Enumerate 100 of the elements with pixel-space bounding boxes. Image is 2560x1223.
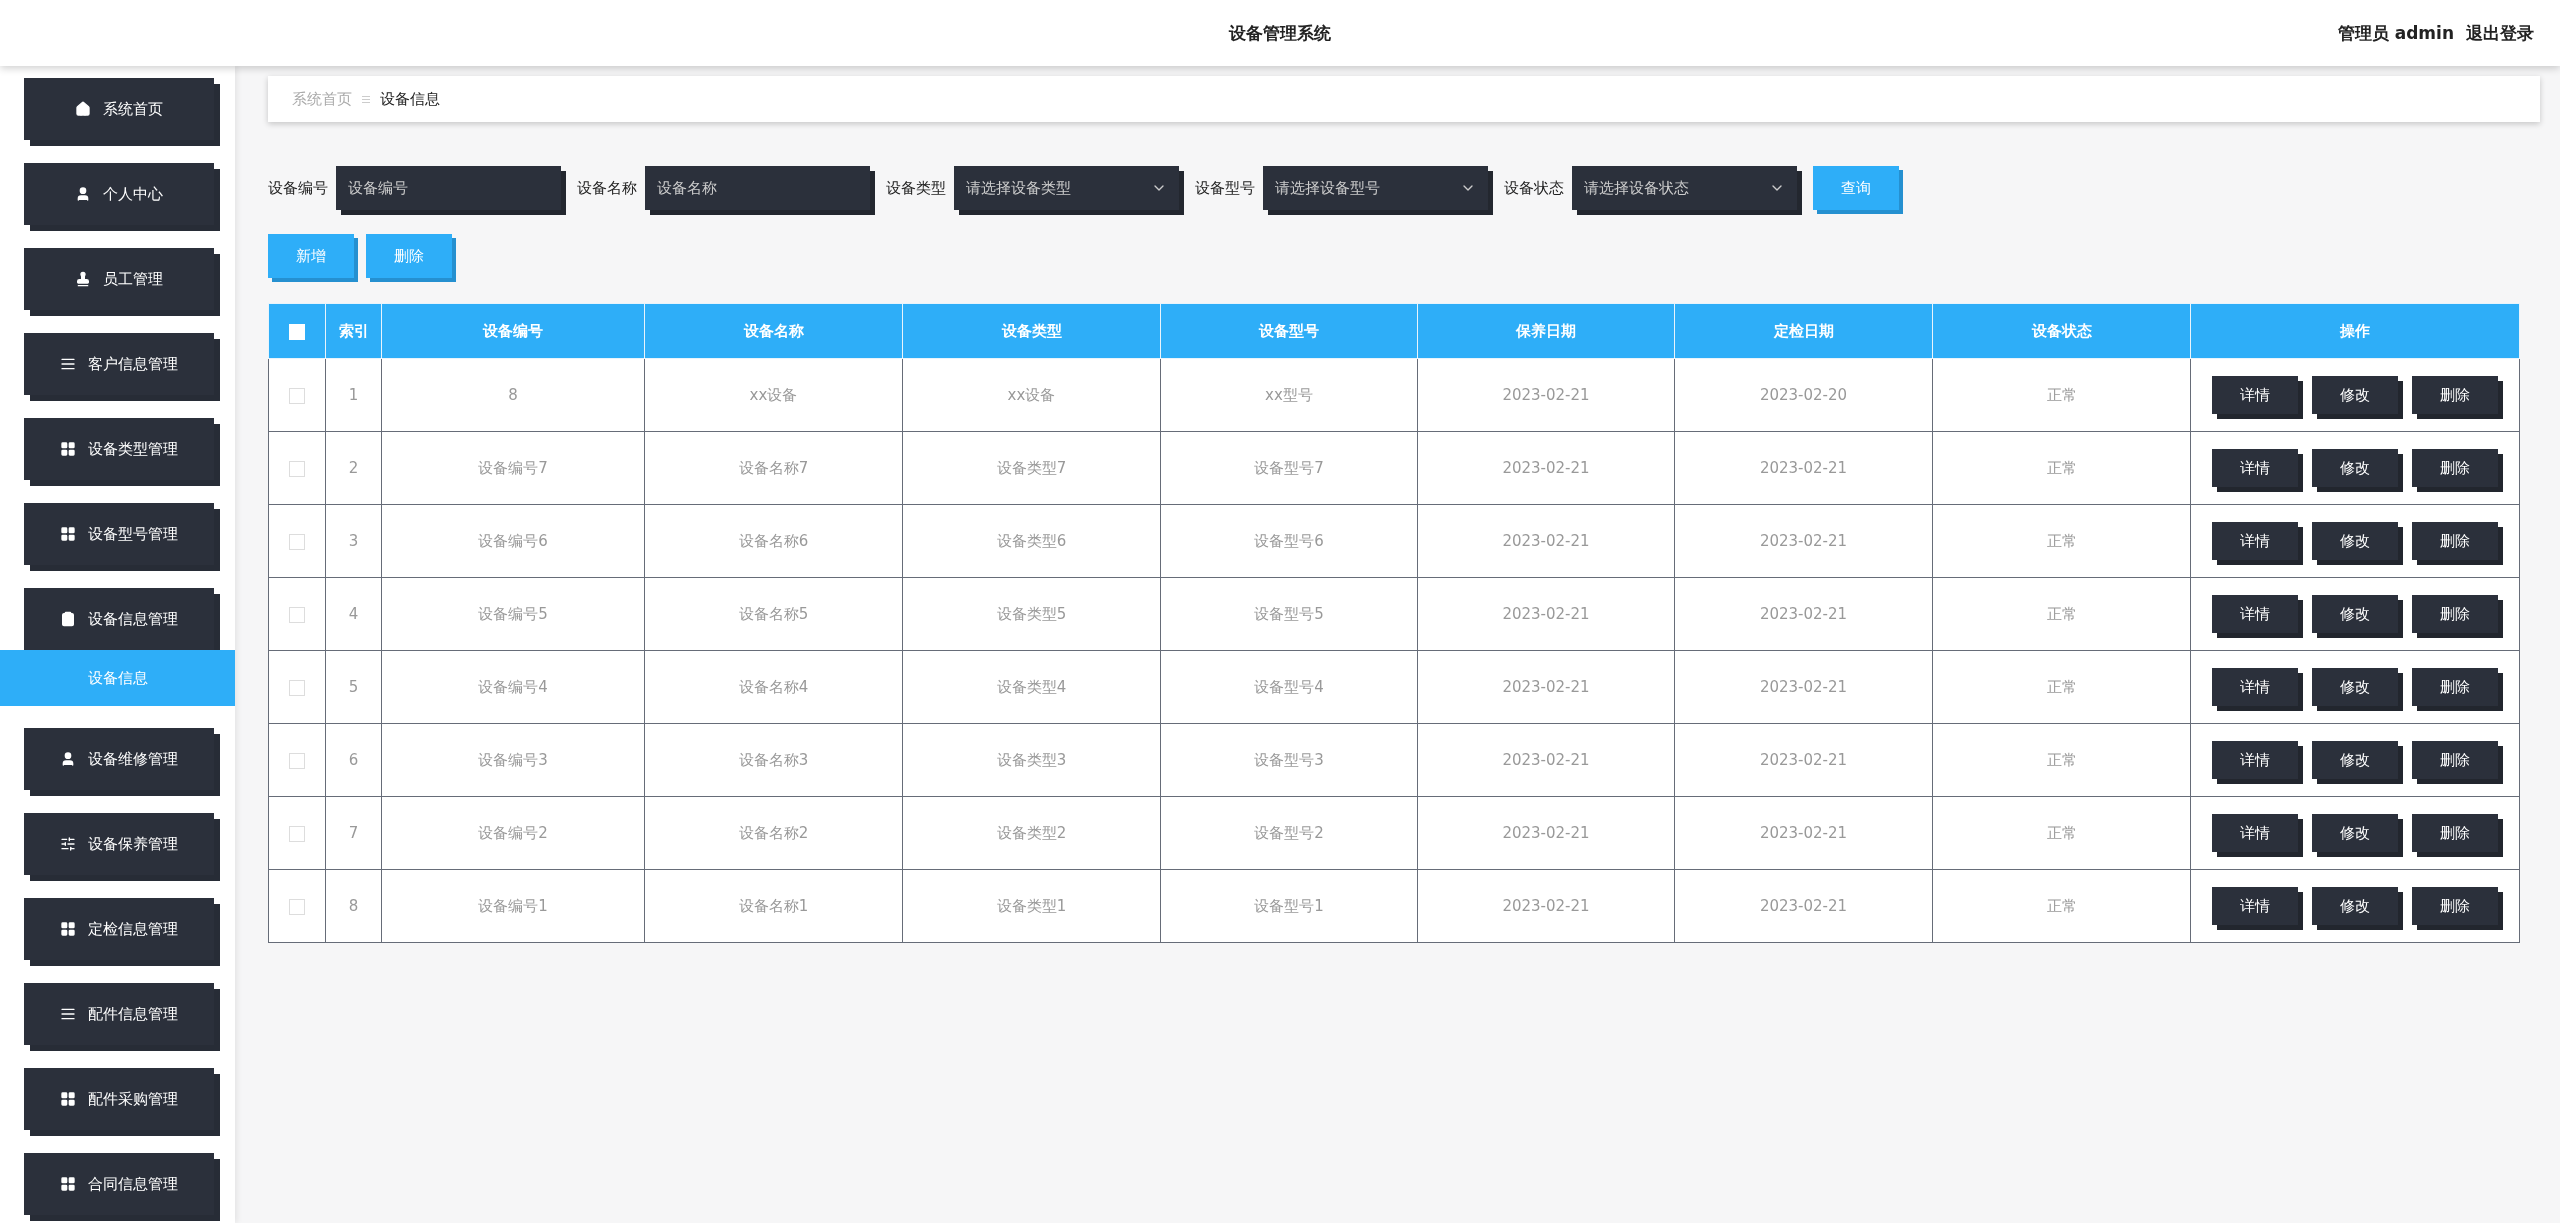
column-header: 索引 — [325, 303, 382, 359]
filter-label: 设备状态 — [1504, 178, 1564, 198]
table-cell: 8 — [325, 869, 382, 943]
table-cell: 设备型号3 — [1160, 723, 1418, 797]
table-cell: 2023-02-21 — [1674, 577, 1933, 651]
filter-label: 设备型号 — [1195, 178, 1255, 198]
user-icon — [75, 186, 91, 202]
table-cell: 设备编号4 — [381, 650, 645, 724]
table-cell: 设备编号5 — [381, 577, 645, 651]
table-cell: 设备类型6 — [902, 504, 1161, 578]
logout-link[interactable]: 退出登录 — [2466, 21, 2534, 45]
table-cell: 6 — [325, 723, 382, 797]
table-cell: 设备型号6 — [1160, 504, 1418, 578]
table-cell: 2023-02-21 — [1674, 796, 1933, 870]
table-cell: 2023-02-21 — [1417, 796, 1675, 870]
table-cell: 设备编号3 — [381, 723, 645, 797]
table-cell: 2023-02-21 — [1417, 358, 1675, 432]
filter-label: 设备编号 — [268, 178, 328, 198]
table-cell: 设备类型7 — [902, 431, 1161, 505]
table-cell: 设备型号7 — [1160, 431, 1418, 505]
table-cell: 正常 — [1932, 723, 2191, 797]
grid-icon — [60, 526, 76, 542]
table-cell: 2 — [325, 431, 382, 505]
table-cell: 正常 — [1932, 504, 2191, 578]
column-header: 设备状态 — [1932, 303, 2191, 359]
column-header: 定检日期 — [1674, 303, 1933, 359]
table-cell: 设备名称5 — [644, 577, 903, 651]
list-icon — [60, 1006, 76, 1022]
breadcrumb-item: 设备信息 — [380, 89, 440, 109]
table-cell: 设备名称2 — [644, 796, 903, 870]
checkbox[interactable] — [289, 752, 305, 769]
column-header: 设备类型 — [902, 303, 1161, 359]
table-cell: 2023-02-21 — [1674, 723, 1933, 797]
table-cell: 正常 — [1932, 431, 2191, 505]
table-cell: 2023-02-20 — [1674, 358, 1933, 432]
table-cell: 8 — [381, 358, 645, 432]
table-cell: 正常 — [1932, 869, 2191, 943]
app-title: 设备管理系统 — [1229, 21, 1331, 45]
table-cell: 设备类型1 — [902, 869, 1161, 943]
table-cell: 7 — [325, 796, 382, 870]
table-cell: 设备名称3 — [644, 723, 903, 797]
table-cell: 2023-02-21 — [1674, 431, 1933, 505]
table-cell: xx型号 — [1160, 358, 1418, 432]
table-cell: 设备型号2 — [1160, 796, 1418, 870]
table-cell: 3 — [325, 504, 382, 578]
table-cell: 1 — [325, 358, 382, 432]
table-cell: xx设备 — [644, 358, 903, 432]
table-cell: 2023-02-21 — [1417, 577, 1675, 651]
input-field[interactable]: 设备编号 — [336, 166, 561, 210]
table-cell: 2023-02-21 — [1417, 504, 1675, 578]
table-cell: 2023-02-21 — [1417, 431, 1675, 505]
filter-label: 设备名称 — [577, 178, 637, 198]
table-cell: 正常 — [1932, 796, 2191, 870]
table-cell: 设备名称1 — [644, 869, 903, 943]
column-header: 设备名称 — [644, 303, 903, 359]
table-cell: 设备型号4 — [1160, 650, 1418, 724]
column-header: 操作 — [2190, 303, 2520, 359]
grid-icon — [60, 921, 76, 937]
table-cell: 2023-02-21 — [1674, 650, 1933, 724]
checkbox[interactable] — [289, 898, 305, 915]
list-icon — [60, 356, 76, 372]
table-cell: 设备型号1 — [1160, 869, 1418, 943]
table-cell: 设备类型2 — [902, 796, 1161, 870]
table-cell: 设备编号6 — [381, 504, 645, 578]
separator-icon — [362, 95, 370, 103]
table-cell: 4 — [325, 577, 382, 651]
sliders-icon — [60, 836, 76, 852]
table-cell: 2023-02-21 — [1417, 869, 1675, 943]
table-cell: xx设备 — [902, 358, 1161, 432]
table-cell: 正常 — [1932, 358, 2191, 432]
checkbox[interactable] — [289, 387, 305, 404]
column-header: 设备型号 — [1160, 303, 1418, 359]
checkbox[interactable] — [289, 533, 305, 550]
table-cell: 2023-02-21 — [1417, 723, 1675, 797]
filter-label: 设备类型 — [886, 178, 946, 198]
checkbox[interactable] — [289, 460, 305, 477]
table-cell: 设备类型4 — [902, 650, 1161, 724]
checkbox[interactable] — [289, 825, 305, 842]
table-cell: 正常 — [1932, 650, 2191, 724]
table-cell: 正常 — [1932, 577, 2191, 651]
table-cell: 设备编号7 — [381, 431, 645, 505]
grid-icon — [60, 1091, 76, 1107]
table-cell: 设备名称7 — [644, 431, 903, 505]
clipboard-icon — [60, 611, 76, 627]
table-cell: 设备名称4 — [644, 650, 903, 724]
input-field[interactable]: 设备名称 — [645, 166, 870, 210]
table-cell: 设备编号2 — [381, 796, 645, 870]
table-cell: 设备名称6 — [644, 504, 903, 578]
table-cell: 设备类型3 — [902, 723, 1161, 797]
grid-icon — [60, 1176, 76, 1192]
home-icon — [75, 101, 91, 117]
column-header: 设备编号 — [381, 303, 645, 359]
user-label: 管理员 admin — [2337, 21, 2454, 45]
checkbox[interactable] — [289, 606, 305, 623]
checkbox[interactable] — [289, 679, 305, 696]
table-cell: 2023-02-21 — [1674, 504, 1933, 578]
table-cell: 2023-02-21 — [1674, 869, 1933, 943]
table-cell: 2023-02-21 — [1417, 650, 1675, 724]
column-header: 保养日期 — [1417, 303, 1675, 359]
user-icon — [60, 751, 76, 767]
